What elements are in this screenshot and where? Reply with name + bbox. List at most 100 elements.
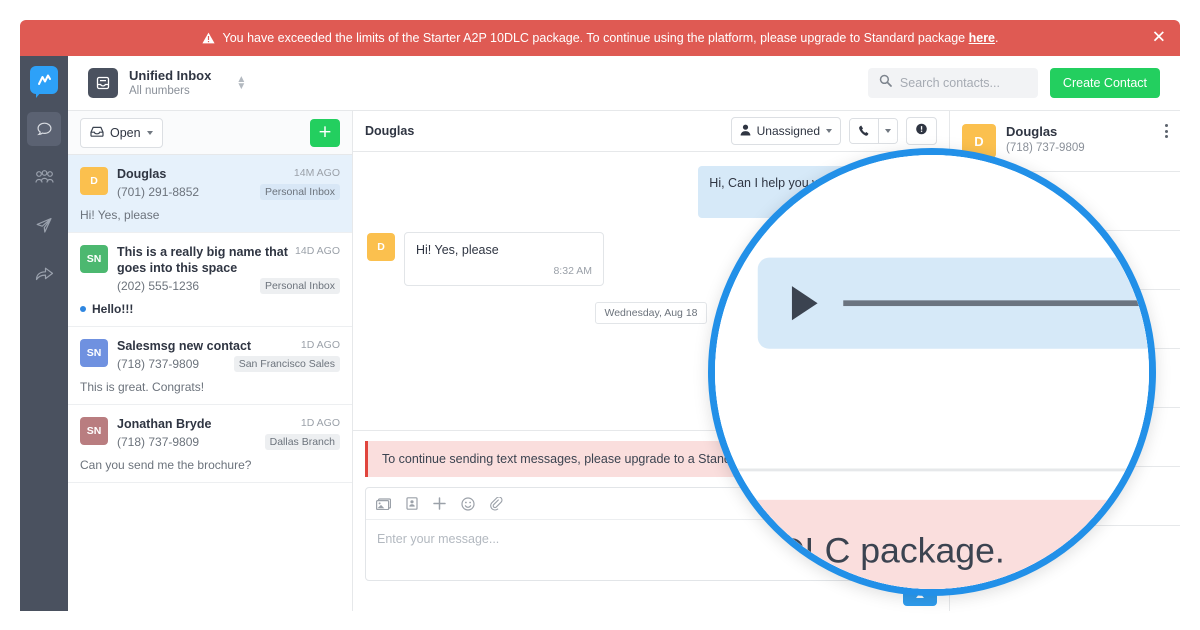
conversation-list-column: Open + D Douglas 14M AGO (701) 291-8852 bbox=[68, 111, 353, 611]
search-input[interactable]: Search contacts... bbox=[867, 68, 1038, 98]
conversation-phone: (718) 737-9809 bbox=[117, 435, 200, 449]
date-separator-label: Wednesday, Aug 18 bbox=[595, 302, 707, 325]
conversation-tag: San Francisco Sales bbox=[233, 356, 340, 372]
conversation-list-item[interactable]: D Douglas 14M AGO (701) 291-8852 Persona… bbox=[68, 155, 352, 233]
avatar: D bbox=[80, 167, 108, 195]
banner-close-icon[interactable]: ✕ bbox=[1152, 29, 1166, 47]
assignee-label: Unassigned bbox=[756, 124, 820, 138]
chevron-down-icon bbox=[146, 130, 153, 135]
banner-text-after: . bbox=[995, 31, 999, 45]
inbox-open-icon bbox=[90, 126, 104, 140]
conversation-preview-text: Can you send me the brochure? bbox=[80, 458, 252, 472]
magnifier-lens: Hi, Can I help you with your purchase? K… bbox=[708, 148, 1156, 596]
conversation-time: 1D AGO bbox=[300, 339, 340, 351]
image-icon[interactable] bbox=[376, 497, 391, 510]
note-bubble-icon bbox=[915, 123, 928, 139]
inbox-selector[interactable]: Unified Inbox All numbers ▲ ▼ bbox=[88, 68, 246, 99]
contact-card-icon[interactable] bbox=[406, 497, 418, 510]
conversation-phone: (718) 737-9809 bbox=[117, 357, 200, 371]
contact-phone: (718) 737-9809 bbox=[1006, 142, 1085, 154]
sidebar-item-conversations[interactable] bbox=[27, 112, 61, 146]
search-placeholder: Search contacts... bbox=[899, 76, 1000, 90]
conversation-name: Salesmsg new contact bbox=[117, 339, 252, 353]
note-button[interactable] bbox=[906, 117, 937, 145]
banner-text-before: You have exceeded the limits of the Star… bbox=[222, 31, 969, 45]
conversation-preview-text: Hello!!! bbox=[92, 302, 134, 316]
screenshot-root: You have exceeded the limits of the Star… bbox=[0, 0, 1200, 630]
conversation-header: Douglas Unassigned bbox=[353, 111, 949, 152]
chat-bubble-icon bbox=[36, 121, 53, 138]
avatar: SN bbox=[80, 339, 108, 367]
conversation-title: Douglas bbox=[365, 124, 415, 138]
banner-upgrade-link[interactable]: here bbox=[969, 31, 995, 45]
conversation-name: Douglas bbox=[117, 167, 167, 181]
sidebar-item-broadcasts[interactable] bbox=[27, 208, 61, 242]
paperclip-icon[interactable] bbox=[490, 496, 503, 511]
message-bubble: Hi! Yes, please 8:32 AM bbox=[404, 232, 604, 287]
magnified-audio-bubble[interactable] bbox=[757, 257, 1149, 349]
message-meta: 8:32 AM bbox=[553, 264, 592, 277]
conversation-time: 14M AGO bbox=[293, 167, 340, 179]
message-text: Hi! Yes, please bbox=[416, 243, 499, 258]
avatar: SN bbox=[80, 417, 108, 445]
warning-triangle-icon bbox=[201, 32, 215, 44]
magnifier-content: Hi, Can I help you with your purchase? K… bbox=[715, 155, 1149, 589]
more-vertical-icon[interactable] bbox=[1165, 124, 1168, 141]
phone-icon[interactable] bbox=[850, 119, 878, 143]
conversation-preview-text: Hi! Yes, please bbox=[80, 208, 160, 222]
people-group-icon bbox=[34, 169, 54, 185]
conversation-tag: Dallas Branch bbox=[264, 434, 340, 450]
upgrade-banner: You have exceeded the limits of the Star… bbox=[20, 20, 1180, 56]
contact-name: Douglas bbox=[1006, 124, 1058, 139]
avatar: D bbox=[367, 233, 395, 262]
left-nav-rail bbox=[20, 56, 68, 611]
call-button-group[interactable] bbox=[849, 118, 898, 144]
assignee-dropdown[interactable]: Unassigned bbox=[730, 117, 841, 145]
conversation-time: 14D AGO bbox=[295, 245, 340, 257]
sidebar-item-contacts[interactable] bbox=[27, 160, 61, 194]
conversation-name: This is a really big name that goes into… bbox=[117, 245, 288, 275]
inbox-title: Unified Inbox bbox=[129, 67, 212, 83]
plus-icon[interactable] bbox=[433, 497, 446, 510]
unread-dot-icon bbox=[80, 306, 86, 312]
inbox-tray-icon bbox=[88, 68, 118, 98]
magnified-composer-alert: To continue sending text messages, pleas… bbox=[715, 499, 1149, 589]
banner-message: You have exceeded the limits of the Star… bbox=[223, 31, 999, 45]
create-contact-button[interactable]: Create Contact bbox=[1049, 68, 1160, 98]
conversation-name: Jonathan Bryde bbox=[117, 417, 212, 431]
conversation-preview: Hi! Yes, please bbox=[80, 208, 340, 222]
emoji-smiley-icon[interactable] bbox=[461, 496, 475, 511]
play-icon[interactable] bbox=[791, 286, 818, 321]
magnified-conversation-pane: Hi, Can I help you with your purchase? K… bbox=[715, 155, 1149, 589]
person-icon bbox=[740, 124, 751, 139]
salesmsg-logo-icon[interactable] bbox=[30, 66, 58, 98]
top-bar: Unified Inbox All numbers ▲ ▼ Search cont… bbox=[68, 56, 1180, 111]
chevron-down-icon bbox=[826, 129, 832, 133]
sidebar-item-integrations[interactable] bbox=[27, 256, 61, 290]
sort-updown-icon[interactable]: ▲ ▼ bbox=[236, 74, 246, 91]
avatar: SN bbox=[80, 245, 108, 273]
magnified-composer: To continue sending text messages, pleas… bbox=[715, 468, 1149, 589]
conversation-tag: Personal Inbox bbox=[259, 184, 340, 200]
conversation-preview: This is great. Congrats! bbox=[80, 380, 340, 394]
conversation-list-item[interactable]: SN This is a really big name that goes i… bbox=[68, 233, 352, 327]
search-icon bbox=[879, 74, 892, 92]
share-arrow-icon bbox=[35, 266, 54, 281]
status-filter-label: Open bbox=[110, 125, 141, 140]
audio-progress-track[interactable] bbox=[843, 300, 1149, 307]
call-options-chevron-down-icon[interactable] bbox=[878, 119, 897, 143]
conversation-preview: Hello!!! bbox=[80, 302, 340, 316]
conversation-phone: (701) 291-8852 bbox=[117, 185, 200, 199]
inbox-subtitle: All numbers bbox=[129, 84, 190, 97]
conversation-preview-text: This is great. Congrats! bbox=[80, 380, 205, 394]
magnified-audio-row bbox=[715, 257, 1149, 349]
conversation-list-toolbar: Open + bbox=[68, 111, 352, 155]
conversation-list-item[interactable]: SN Jonathan Bryde 1D AGO (718) 737-9809 … bbox=[68, 405, 352, 483]
conversation-time: 1D AGO bbox=[300, 417, 340, 429]
new-conversation-button[interactable]: + bbox=[310, 118, 340, 147]
paper-plane-icon bbox=[35, 216, 53, 234]
conversation-preview: Can you send me the brochure? bbox=[80, 458, 340, 472]
conversation-list-item[interactable]: SN Salesmsg new contact 1D AGO (718) 737… bbox=[68, 327, 352, 405]
conversation-phone: (202) 555-1236 bbox=[117, 279, 200, 293]
status-filter-dropdown[interactable]: Open bbox=[80, 117, 163, 148]
